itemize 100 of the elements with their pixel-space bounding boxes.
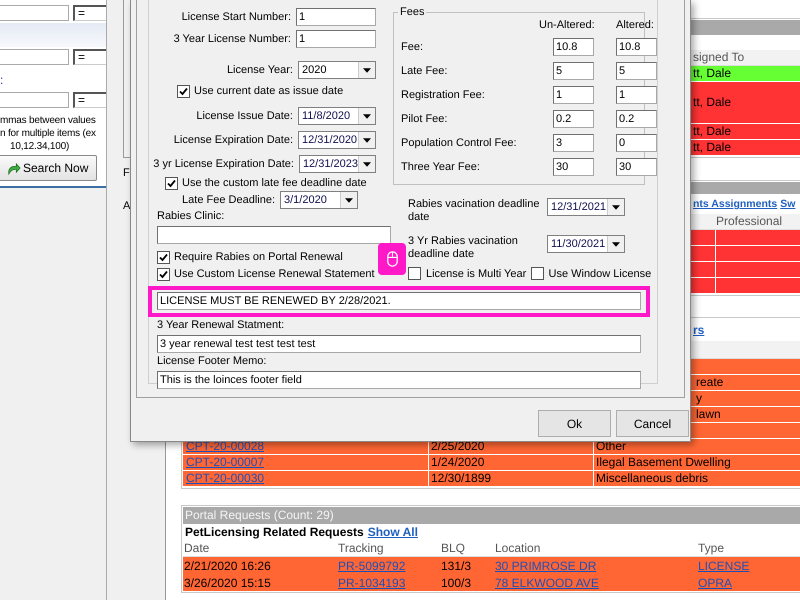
- table-cell: 100/3: [441, 576, 472, 590]
- field-label: License Footer Memo:: [157, 355, 268, 368]
- caret-icon: [363, 114, 371, 118]
- table-cell: 2/21/2020 16:26: [184, 559, 271, 573]
- table-cell: y: [696, 391, 702, 405]
- input-field[interactable]: 5: [616, 62, 657, 80]
- input-field[interactable]: LICENSE MUST BE RENEWED BY 2/28/2021.: [157, 292, 641, 310]
- field-label: License Issue Date:: [196, 110, 293, 122]
- input-field[interactable]: 1: [553, 86, 594, 104]
- checkbox[interactable]: [157, 250, 170, 264]
- input-field[interactable]: 3 year renewal test test test test: [157, 335, 641, 353]
- field-label: :: [0, 73, 4, 87]
- date-picker[interactable]: 3/1/2020: [280, 191, 358, 209]
- table-cell: tt, Dale: [693, 66, 732, 81]
- date-picker[interactable]: 2020: [298, 61, 376, 79]
- date-picker[interactable]: 11/8/2020: [298, 107, 376, 125]
- checkbox[interactable]: [165, 176, 178, 190]
- table-cell: 131/3: [441, 559, 472, 573]
- checkbox[interactable]: [408, 267, 421, 280]
- operator-dropdown[interactable]: =: [73, 5, 106, 21]
- table-cell: Other: [596, 439, 626, 453]
- checkbox[interactable]: [177, 84, 190, 98]
- field-label: Late Fee:: [401, 65, 448, 77]
- caret-icon: [363, 162, 371, 166]
- checkbox[interactable]: [530, 267, 544, 280]
- caret-icon: [612, 204, 620, 210]
- field-label: Fee:: [401, 41, 424, 53]
- dropdown-button[interactable]: [607, 236, 624, 252]
- input-field[interactable]: 0: [616, 134, 657, 152]
- hint-text: mmas between values n for multiple items (ex 10,12.34,100): [0, 114, 97, 153]
- column-header: signed To: [693, 50, 744, 65]
- input-field[interactable]: This is the loinces footer field: [157, 371, 641, 389]
- input-field[interactable]: [0, 92, 70, 108]
- operator-dropdown[interactable]: =: [73, 49, 106, 65]
- section-header-bar: Portal Requests (Count: 29): [183, 507, 800, 524]
- input-field[interactable]: 0.2: [553, 110, 594, 128]
- table-cell: Miscellaneous debris: [596, 471, 708, 485]
- input-field[interactable]: 5: [553, 62, 594, 80]
- search-button[interactable]: Search Now: [0, 155, 97, 181]
- column-header: Tracking: [338, 541, 385, 556]
- field-label: Rabies Clinic:: [157, 210, 226, 223]
- link[interactable]: nts Assignments: [693, 194, 778, 214]
- date-picker[interactable]: 12/31/2021: [547, 198, 625, 216]
- column-header: Type: [698, 541, 724, 556]
- field-label: License Expiration Date:: [174, 134, 293, 146]
- caret-icon: [345, 198, 353, 202]
- dropdown-button[interactable]: [358, 108, 375, 124]
- group-title: Fees: [398, 6, 426, 18]
- field-label: F: [123, 167, 131, 181]
- dialog-button[interactable]: Ok: [538, 410, 611, 437]
- column-header: Professional: [715, 214, 782, 229]
- checkbox[interactable]: [157, 268, 170, 280]
- caret-icon: [363, 138, 371, 142]
- field-label: 3 Year Renewal Statment:: [157, 319, 286, 332]
- field-label: A: [123, 200, 132, 214]
- input-field[interactable]: 3: [553, 134, 594, 152]
- checkbox-label: Use current date as issue date: [194, 85, 344, 97]
- dropdown-button[interactable]: [607, 199, 624, 215]
- column-header: Altered:: [616, 19, 655, 32]
- field-label: License Start Number:: [182, 11, 291, 23]
- table-cell: Ilegal Basement Dwelling: [596, 455, 731, 469]
- checkbox-label: Use Custom License Renewal Statement: [174, 268, 375, 280]
- field-label: Registration Fee:: [401, 89, 486, 101]
- dropdown-button[interactable]: [358, 132, 375, 148]
- show-all-link[interactable]: Show All: [368, 524, 418, 541]
- link[interactable]: rs: [693, 319, 704, 341]
- dropdown-button[interactable]: [340, 192, 357, 208]
- mouse-icon: [386, 251, 398, 267]
- input-field[interactable]: [0, 49, 70, 65]
- input-field[interactable]: 30: [616, 158, 657, 176]
- input-field[interactable]: 0.2: [616, 110, 657, 128]
- section-title: PetLicensing Related Requests: [185, 524, 364, 541]
- table-cell: tt, Dale: [693, 124, 732, 139]
- input-field[interactable]: 10.8: [616, 38, 657, 56]
- field-label: License Year:: [226, 64, 293, 76]
- operator-dropdown[interactable]: =: [73, 92, 106, 108]
- table-cell: 2/25/2020: [431, 439, 484, 453]
- input-field[interactable]: 1: [616, 86, 657, 104]
- table-cell-text: tt, Dale: [693, 94, 732, 111]
- link[interactable]: Sw: [780, 194, 796, 214]
- dropdown-button[interactable]: [358, 62, 375, 78]
- redo-arrow-icon: [6, 160, 21, 176]
- input-field[interactable]: 1: [296, 8, 376, 26]
- checkbox-label: License is Multi Year: [426, 268, 526, 280]
- field-label: Pilot Fee:: [401, 113, 448, 125]
- dialog-button[interactable]: Cancel: [616, 410, 689, 437]
- date-picker[interactable]: 12/31/2020: [298, 131, 376, 149]
- input-field[interactable]: 1: [296, 30, 376, 48]
- dropdown-button[interactable]: [358, 156, 375, 172]
- input-field[interactable]: 30: [553, 158, 594, 176]
- field-label: Rabies vacination deadline date: [408, 198, 540, 224]
- table-cell: tt, Dale: [693, 140, 732, 155]
- input-field[interactable]: [157, 226, 391, 244]
- input-field[interactable]: [0, 5, 70, 21]
- date-picker[interactable]: 11/30/2021: [547, 235, 625, 253]
- field-label: 3 Yr Rabies vacination deadline date: [408, 235, 519, 261]
- date-picker[interactable]: 12/31/2023: [298, 155, 376, 173]
- input-field[interactable]: 10.8: [553, 38, 594, 56]
- checkbox-label: Require Rabies on Portal Renewal: [174, 251, 343, 263]
- table-cell: 12/30/1899: [431, 471, 492, 485]
